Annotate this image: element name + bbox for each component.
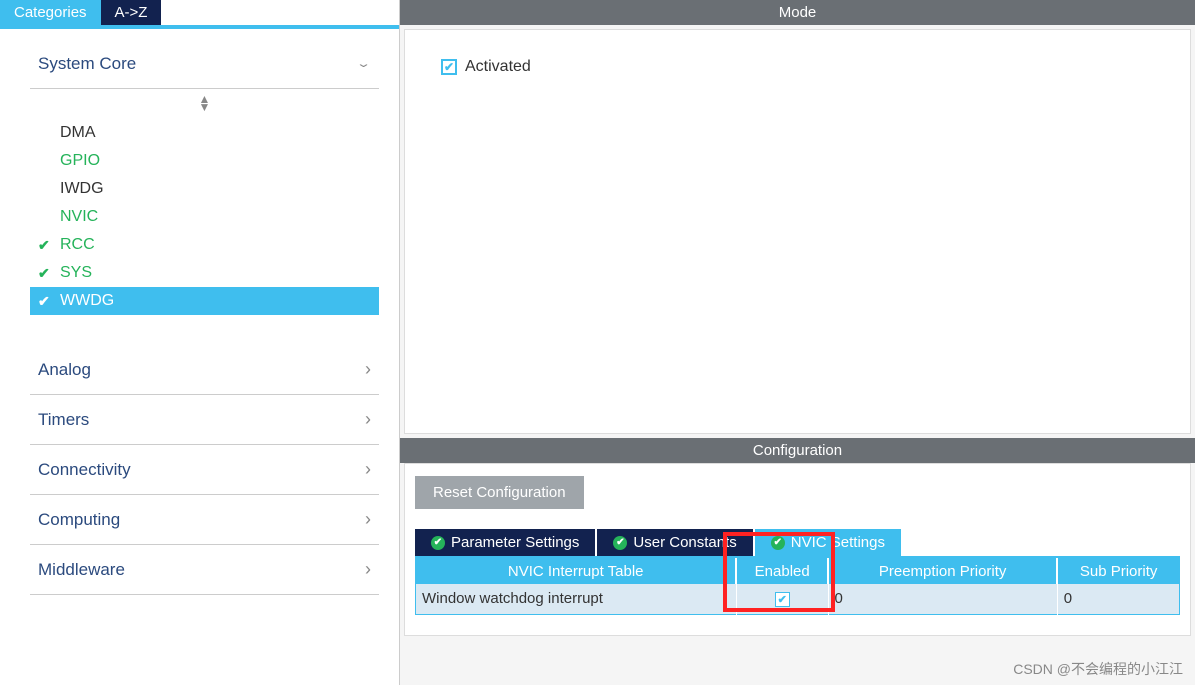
chevron-right-icon: › — [365, 409, 371, 430]
chevron-right-icon: › — [365, 359, 371, 380]
mode-panel-header: Mode — [400, 0, 1195, 25]
section-middleware-label: Middleware — [38, 560, 125, 580]
tree-item-gpio[interactable]: GPIO — [30, 147, 379, 175]
ok-icon: ✔ — [771, 536, 785, 550]
cell-preemption-priority: 0 — [828, 584, 1057, 614]
section-system-core[interactable]: System Core ⌄ — [30, 39, 379, 89]
section-middleware[interactable]: Middleware › — [30, 545, 379, 595]
tree-item-sys[interactable]: ✔SYS — [30, 259, 379, 287]
section-analog-label: Analog — [38, 360, 91, 380]
section-timers-label: Timers — [38, 410, 89, 430]
tab-categories[interactable]: Categories — [0, 0, 101, 25]
th-sub-priority[interactable]: Sub Priority — [1057, 559, 1179, 585]
section-connectivity[interactable]: Connectivity › — [30, 445, 379, 495]
tree-item-nvic[interactable]: NVIC — [30, 203, 379, 231]
th-preemption-priority[interactable]: Preemption Priority — [828, 559, 1057, 585]
tree-item-wwdg[interactable]: ✔WWDG — [30, 287, 379, 315]
tab-nvic-settings[interactable]: ✔ NVIC Settings — [755, 529, 901, 556]
check-icon: ✔ — [38, 237, 50, 254]
tab-user-constants[interactable]: ✔ User Constants — [597, 529, 754, 556]
tab-a-z[interactable]: A->Z — [101, 0, 162, 25]
mode-panel-body: ✔ Activated — [404, 29, 1191, 434]
config-panel-header: Configuration — [400, 438, 1195, 463]
chevron-right-icon: › — [365, 459, 371, 480]
check-icon: ✔ — [38, 293, 50, 310]
check-icon: ✔ — [38, 265, 50, 282]
reset-configuration-button[interactable]: Reset Configuration — [415, 476, 584, 509]
reorder-handle-icon: ▲▼ — [30, 89, 379, 113]
checkbox-checked-icon: ✔ — [775, 592, 790, 607]
config-panel-body: Reset Configuration ✔ Parameter Settings… — [404, 463, 1191, 636]
section-computing-label: Computing — [38, 510, 120, 530]
section-connectivity-label: Connectivity — [38, 460, 131, 480]
section-timers[interactable]: Timers › — [30, 395, 379, 445]
tree-item-rcc[interactable]: ✔RCC — [30, 231, 379, 259]
system-core-tree: DMA GPIO IWDG NVIC ✔RCC ✔SYS ✔WWDG — [30, 113, 379, 345]
section-computing[interactable]: Computing › — [30, 495, 379, 545]
ok-icon: ✔ — [431, 536, 445, 550]
activated-label: Activated — [465, 58, 531, 76]
config-tabs: ✔ Parameter Settings ✔ User Constants ✔ … — [415, 529, 1180, 558]
tab-parameter-settings[interactable]: ✔ Parameter Settings — [415, 529, 597, 556]
section-analog[interactable]: Analog › — [30, 345, 379, 395]
checkbox-checked-icon: ✔ — [441, 59, 457, 75]
th-interrupt-name[interactable]: NVIC Interrupt Table — [416, 559, 737, 585]
cell-enabled[interactable]: ✔ — [736, 584, 828, 614]
chevron-right-icon: › — [365, 509, 371, 530]
tree-item-dma[interactable]: DMA — [30, 119, 379, 147]
sidebar-tabs: Categories A->Z — [0, 0, 399, 29]
ok-icon: ✔ — [613, 536, 627, 550]
watermark-caption: CSDN @不会编程的小江江 — [1013, 659, 1183, 679]
th-enabled[interactable]: Enabled — [736, 559, 828, 585]
chevron-right-icon: › — [365, 559, 371, 580]
cell-sub-priority: 0 — [1057, 584, 1179, 614]
activated-checkbox-row[interactable]: ✔ Activated — [441, 58, 1154, 76]
section-system-core-label: System Core — [38, 54, 136, 74]
table-row[interactable]: Window watchdog interrupt ✔ 0 0 — [416, 584, 1180, 614]
right-panel: Mode ✔ Activated Configuration Reset Con… — [400, 0, 1195, 685]
sidebar: Categories A->Z System Core ⌄ ▲▼ DMA GPI… — [0, 0, 400, 685]
chevron-down-icon: ⌄ — [356, 57, 371, 70]
nvic-interrupt-table: NVIC Interrupt Table Enabled Preemption … — [415, 558, 1180, 615]
tree-item-iwdg[interactable]: IWDG — [30, 175, 379, 203]
cell-interrupt-name: Window watchdog interrupt — [416, 584, 737, 614]
